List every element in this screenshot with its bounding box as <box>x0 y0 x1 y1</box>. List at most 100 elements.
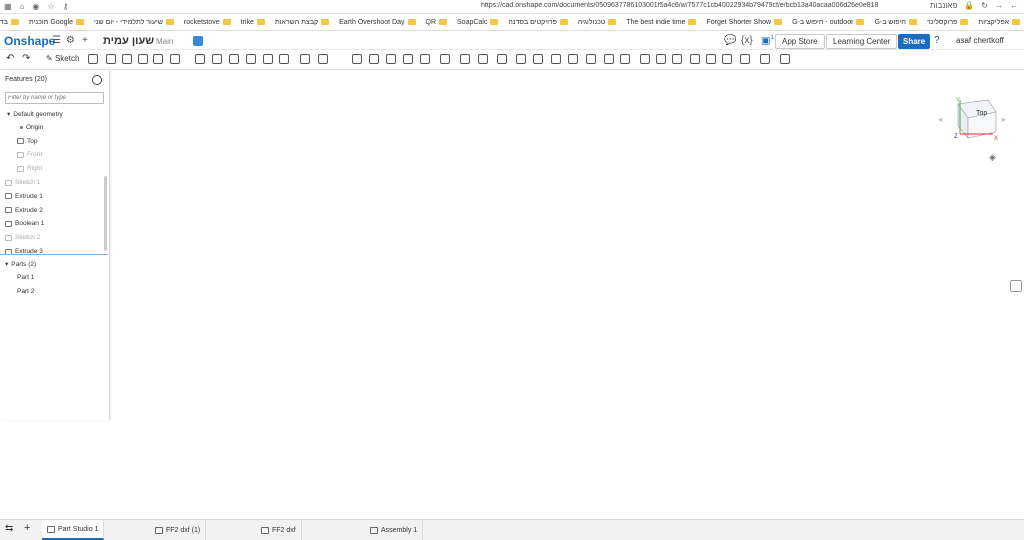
tool-icon[interactable] <box>740 54 750 64</box>
tool-icon[interactable] <box>170 54 180 64</box>
bookmark-item[interactable]: חיפוש ב-G <box>874 19 917 26</box>
tool-icon[interactable] <box>780 54 790 64</box>
extension-icon[interactable]: ◉ <box>32 2 39 11</box>
bookmark-item[interactable]: בדיקות העבות מחיר <box>0 19 19 26</box>
part-item[interactable]: Part 1 <box>17 274 34 281</box>
feature-list-scrollbar[interactable] <box>104 176 107 251</box>
tool-icon[interactable] <box>640 54 650 64</box>
back-icon[interactable]: ← <box>1010 1 1018 10</box>
document-tab[interactable]: FF2 dxf (1) <box>150 520 207 540</box>
clock-numeral[interactable]: 5 <box>621 378 642 428</box>
tool-icon[interactable] <box>195 54 205 64</box>
lock-icon[interactable]: 🔒 <box>964 1 974 10</box>
tool-icon[interactable] <box>722 54 732 64</box>
parts-group[interactable]: ▾ Parts (2) <box>5 260 36 269</box>
bookmark-item[interactable]: SoapCalc <box>457 19 499 26</box>
bookmark-item[interactable]: טכנולוגיה <box>578 19 617 26</box>
notifications-icon[interactable]: ▣1 <box>761 35 774 46</box>
feature-item[interactable]: Sketch 2 <box>5 234 40 241</box>
url-field[interactable]: https://cad.onshape.com/documents/050963… <box>481 2 931 9</box>
tool-icon[interactable] <box>516 54 526 64</box>
tool-icon[interactable] <box>551 54 561 64</box>
bookmark-item[interactable]: קבצת השראות <box>275 19 330 26</box>
document-name[interactable]: שעון עמית <box>103 35 154 47</box>
redo-icon[interactable]: ↷ <box>22 53 30 64</box>
comment-icon[interactable]: 💬 <box>724 35 736 46</box>
tool-icon[interactable] <box>122 54 132 64</box>
config-icon[interactable]: ⚙ <box>66 35 75 46</box>
sketch-button[interactable]: ✎ Sketch <box>46 54 79 63</box>
tool-icon[interactable] <box>229 54 239 64</box>
feature-item[interactable]: Boolean 1 <box>5 220 44 227</box>
clock-numeral[interactable]: 8 <box>435 329 456 379</box>
document-tab[interactable]: Part Studio 1 <box>42 520 105 540</box>
tool-icon[interactable] <box>604 54 614 64</box>
tool-icon[interactable] <box>403 54 413 64</box>
bookmark-item[interactable]: Google תוכנית <box>29 19 84 26</box>
feature-item[interactable]: Extrude 1 <box>5 193 43 200</box>
graphics-viewport[interactable]: 12 12 1 1 2 2 3 3 4 4 5 5 6 6 7 7 8 8 9 9 10 10 11 11 <box>0 71 1024 517</box>
learning-center-button[interactable]: Learning Center <box>826 34 898 49</box>
branch-label[interactable]: Main <box>156 37 173 46</box>
tool-icon[interactable] <box>263 54 273 64</box>
tool-icon[interactable] <box>386 54 396 64</box>
feature-item[interactable]: Sketch 1 <box>5 179 40 186</box>
tool-icon[interactable] <box>352 54 362 64</box>
variables-icon[interactable]: {x} <box>741 35 753 46</box>
tool-icon[interactable] <box>318 54 328 64</box>
tool-icon[interactable] <box>586 54 596 64</box>
insert-icon[interactable]: + <box>82 35 88 46</box>
tool-icon[interactable] <box>690 54 700 64</box>
add-tab-icon[interactable]: + <box>24 522 30 534</box>
rollback-clock-icon[interactable] <box>92 75 102 85</box>
part-item[interactable]: Part 2 <box>17 288 34 295</box>
tool-icon[interactable] <box>106 54 116 64</box>
feature-item[interactable]: Origin <box>20 124 43 131</box>
feature-filter-input[interactable] <box>5 92 104 104</box>
view-cube-face[interactable]: Top <box>976 110 987 117</box>
tool-icon[interactable] <box>246 54 256 64</box>
reload-icon[interactable]: ↻ <box>981 1 988 10</box>
onshape-logo[interactable]: Onshape <box>4 34 55 48</box>
profile-label[interactable]: פאונבות <box>930 1 957 10</box>
tool-icon[interactable] <box>620 54 630 64</box>
bookmark-item[interactable]: The best indie time <box>626 19 697 26</box>
rotate-right-icon[interactable]: ▸ <box>1002 115 1006 124</box>
clock-numeral[interactable]: 10 <box>410 196 451 246</box>
tool-icon[interactable] <box>460 54 470 64</box>
bookmark-item[interactable]: trike <box>241 19 265 26</box>
user-menu[interactable]: asaf chertkoff <box>956 36 1004 45</box>
tool-icon[interactable] <box>369 54 379 64</box>
view-options-icon[interactable]: ◈ <box>989 152 996 162</box>
tool-icon[interactable] <box>672 54 682 64</box>
forward-icon[interactable]: → <box>995 1 1003 10</box>
key-icon[interactable]: ⚷ <box>63 2 69 11</box>
document-tab[interactable]: Assembly 1 <box>365 520 424 540</box>
rotate-left-icon[interactable]: ◂ <box>938 115 942 124</box>
tool-icon[interactable] <box>568 54 578 64</box>
tool-icon[interactable] <box>478 54 488 64</box>
bookmark-item[interactable]: פרוקסלינר <box>927 19 969 26</box>
bookmark-item[interactable]: שיעור לתלמידי - יום שני <box>94 19 174 26</box>
feature-item[interactable]: Extrude 2 <box>5 207 43 214</box>
document-tab[interactable]: FF2 dxf <box>256 520 302 540</box>
feature-item[interactable]: ▾ Default geometry <box>7 110 63 119</box>
home-icon[interactable]: ⌂ <box>20 2 25 11</box>
bookmark-item[interactable]: אפליקציות <box>978 19 1020 26</box>
bookmark-item[interactable]: פרויקטים בסדנה <box>508 19 568 26</box>
appearance-panel-icon[interactable] <box>1010 280 1022 292</box>
tool-icon[interactable] <box>760 54 770 64</box>
clock-numeral[interactable]: 6 <box>557 393 578 443</box>
clock-numeral[interactable]: 3 <box>677 257 698 307</box>
tool-icon[interactable] <box>153 54 163 64</box>
bookmark-item[interactable]: outdoor - חיפוש ב-G <box>792 19 865 26</box>
clock-numeral[interactable]: 12 <box>521 126 562 176</box>
tool-icon[interactable] <box>212 54 222 64</box>
bookmark-item[interactable]: QR <box>426 19 448 26</box>
bookmark-item[interactable]: Forget Shorter Show <box>706 19 783 26</box>
tab-grid-icon[interactable]: ▦ <box>4 2 12 11</box>
feature-item[interactable]: Top <box>17 138 37 145</box>
undo-icon[interactable]: ↶ <box>6 53 14 64</box>
clock-numeral[interactable]: 2 <box>651 190 672 240</box>
menu-icon[interactable]: ☰ <box>52 35 61 46</box>
